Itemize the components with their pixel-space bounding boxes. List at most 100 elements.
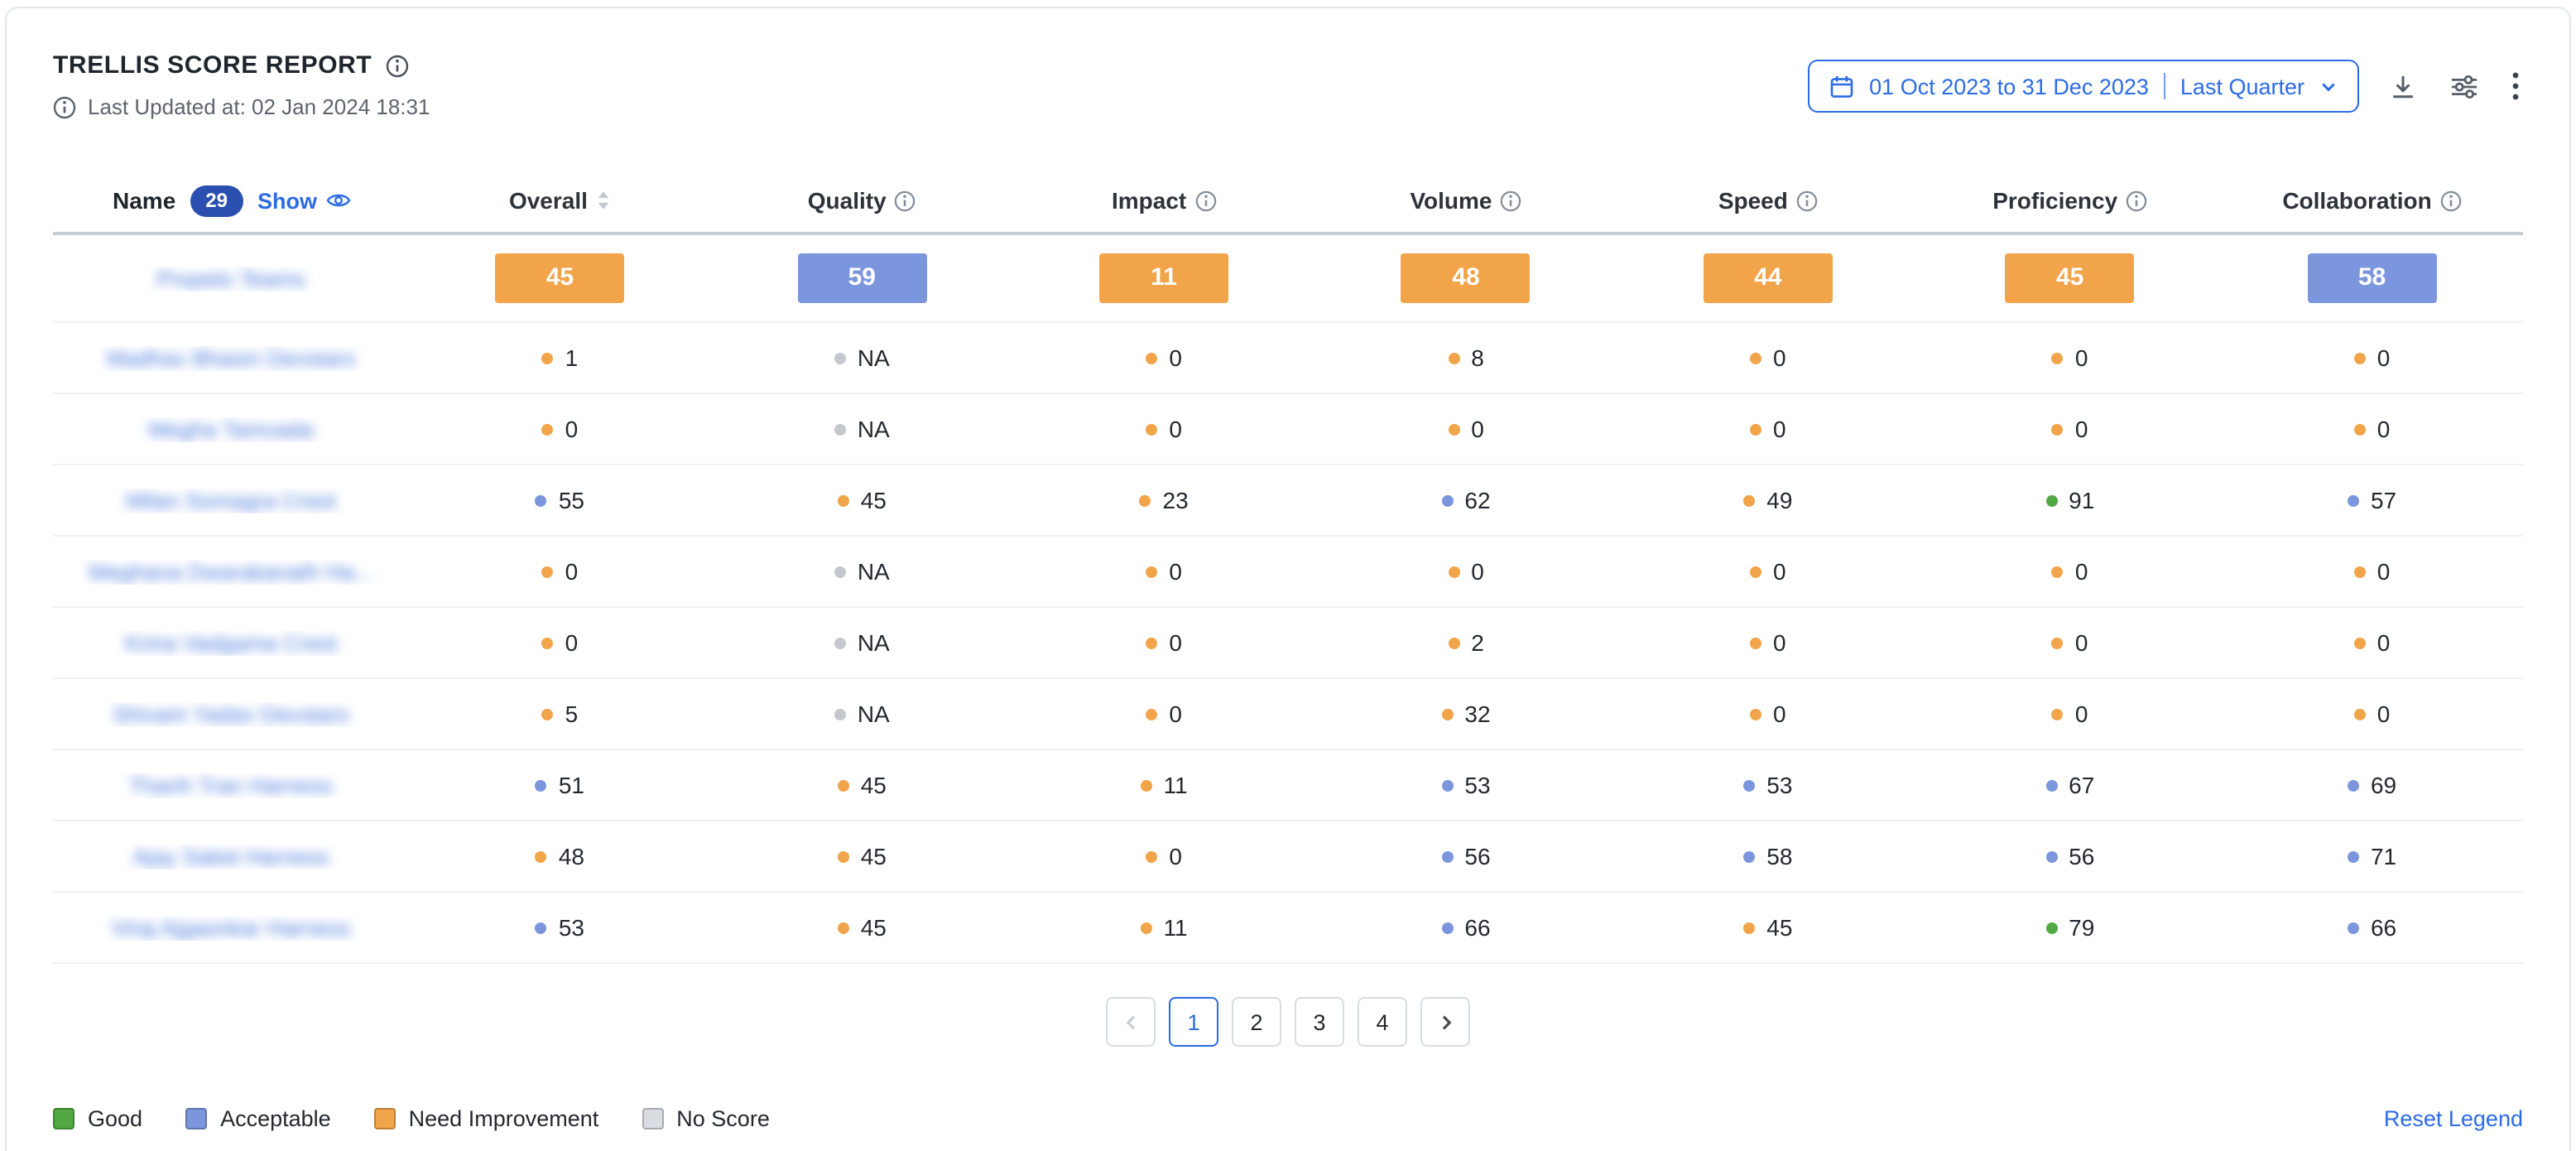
last-updated-info-icon[interactable] — [53, 95, 76, 118]
score-cell: 23 — [1013, 487, 1315, 513]
score-value: 0 — [1773, 416, 1786, 442]
score-dot — [1441, 850, 1453, 862]
member-name-link[interactable]: Thanh Tran Harness — [129, 773, 333, 797]
score-dot — [2052, 352, 2064, 364]
row-count-badge: 29 — [190, 185, 243, 216]
team-row: Propelo Teams45591148444558 — [53, 235, 2523, 323]
score-dot — [2052, 566, 2064, 577]
score-cell: 0 — [1919, 558, 2221, 585]
column-header-collaboration[interactable]: Collaboration — [2221, 187, 2523, 214]
show-toggle[interactable]: Show — [257, 188, 350, 213]
info-icon[interactable] — [2440, 190, 2462, 211]
date-range-text: 01 Oct 2023 to 31 Dec 2023 — [1869, 74, 2149, 99]
table-settings-button[interactable] — [2447, 69, 2482, 104]
score-dot — [536, 779, 547, 791]
date-range-picker[interactable]: 01 Oct 2023 to 31 Dec 2023 Last Quarter — [1808, 60, 2359, 113]
legend-item-acceptable[interactable]: Acceptable — [185, 1106, 331, 1131]
info-icon[interactable] — [1501, 190, 1522, 211]
score-dot — [1750, 708, 1761, 720]
score-dot — [1743, 779, 1755, 791]
score-value: 0 — [2377, 629, 2391, 656]
score-dot — [1750, 566, 1761, 577]
legend-item-need-improvement[interactable]: Need Improvement — [374, 1106, 599, 1131]
column-header-impact[interactable]: Impact — [1013, 187, 1315, 214]
score-dot — [542, 423, 554, 435]
score-cell: 0 — [1919, 701, 2221, 727]
score-value: 8 — [1471, 344, 1484, 371]
score-cell: 79 — [1919, 914, 2221, 941]
score-value: 0 — [1773, 558, 1786, 585]
info-icon[interactable] — [1796, 190, 1818, 211]
name-cell: Ajay Saket Harness — [53, 844, 409, 869]
member-name-link[interactable]: Megha Tamvada — [148, 417, 313, 441]
score-dot — [536, 494, 547, 506]
member-name-link[interactable]: Viraj Ajgaonkar Harness — [111, 915, 350, 940]
score-cell: 0 — [1617, 344, 1919, 371]
score-value: 71 — [2371, 843, 2396, 869]
member-name-link[interactable]: Krina Vadgama Crest — [125, 630, 337, 655]
table-row: Shivam Yadav Devstars5NA032000 — [53, 679, 2523, 750]
score-dot — [1146, 566, 1157, 577]
title-info-icon[interactable] — [385, 54, 408, 77]
score-cell: 45 — [409, 253, 711, 303]
prev-page-button[interactable] — [1106, 997, 1156, 1047]
score-value: 49 — [1766, 487, 1792, 513]
score-dot — [2052, 423, 2064, 435]
page-button-4[interactable]: 4 — [1358, 997, 1407, 1047]
member-name-link[interactable]: Milan Somagra Crest — [126, 488, 336, 513]
member-name-link[interactable]: Meghana Dwarakanath Ha... — [89, 559, 373, 584]
member-name-link[interactable]: Propelo Teams — [156, 266, 305, 291]
column-header-volume[interactable]: Volume — [1315, 187, 1617, 214]
score-cell: 0 — [1013, 558, 1315, 585]
score-dot — [838, 922, 849, 933]
legend-item-no-score[interactable]: No Score — [642, 1106, 770, 1131]
page-button-3[interactable]: 3 — [1295, 997, 1344, 1047]
score-cell: 0 — [2221, 629, 2523, 656]
score-dot — [2348, 850, 2359, 862]
info-icon[interactable] — [2126, 190, 2147, 211]
eye-icon — [325, 190, 350, 210]
page-button-1[interactable]: 1 — [1169, 997, 1218, 1047]
score-cell: 45 — [711, 487, 1013, 513]
score-cell: 0 — [1617, 558, 1919, 585]
score-cell: 0 — [2221, 344, 2523, 371]
column-header-proficiency[interactable]: Proficiency — [1919, 187, 2221, 214]
more-options-button[interactable] — [2508, 68, 2523, 104]
score-cell: 0 — [2221, 558, 2523, 585]
member-name-link[interactable]: Ajay Saket Harness — [132, 844, 329, 869]
score-cell: 5 — [409, 701, 711, 727]
score-value: NA — [858, 701, 890, 727]
info-icon[interactable] — [1194, 190, 1216, 211]
score-value: 56 — [2069, 843, 2094, 869]
score-value: 0 — [1169, 843, 1182, 869]
member-name-link[interactable]: Madhav Bhasin Devstars — [107, 345, 355, 370]
score-value: 57 — [2371, 487, 2396, 513]
info-icon[interactable] — [895, 190, 916, 211]
score-cell: 0 — [1315, 558, 1617, 585]
name-header-label: Name — [113, 187, 175, 214]
score-dot — [1441, 779, 1453, 791]
column-header-speed[interactable]: Speed — [1617, 187, 1919, 214]
column-header-overall[interactable]: Overall — [409, 187, 711, 214]
score-cell: 58 — [2221, 253, 2523, 303]
score-cell: 49 — [1617, 487, 1919, 513]
download-button[interactable] — [2386, 69, 2420, 104]
table-header-row: Name 29 Show Overall Quality — [53, 169, 2523, 235]
table-row: Madhav Bhasin Devstars1NA08000 — [53, 323, 2523, 394]
legend-item-good[interactable]: Good — [53, 1106, 142, 1131]
score-badge: 58 — [2308, 253, 2437, 303]
next-page-button[interactable] — [1420, 997, 1470, 1047]
page-button-2[interactable]: 2 — [1232, 997, 1281, 1047]
score-value: 0 — [2075, 416, 2088, 442]
score-badge: 45 — [495, 253, 624, 303]
reset-legend-link[interactable]: Reset Legend — [2384, 1106, 2523, 1131]
member-name-link[interactable]: Shivam Yadav Devstars — [113, 701, 349, 726]
score-dot — [834, 708, 846, 720]
score-cell: 51 — [409, 772, 711, 798]
score-cell: 0 — [1617, 629, 1919, 656]
column-header-quality[interactable]: Quality — [711, 187, 1013, 214]
score-value: 1 — [565, 344, 579, 371]
sort-icon — [596, 189, 611, 212]
score-value: 11 — [1164, 914, 1188, 941]
name-cell: Viraj Ajgaonkar Harness — [53, 915, 409, 940]
